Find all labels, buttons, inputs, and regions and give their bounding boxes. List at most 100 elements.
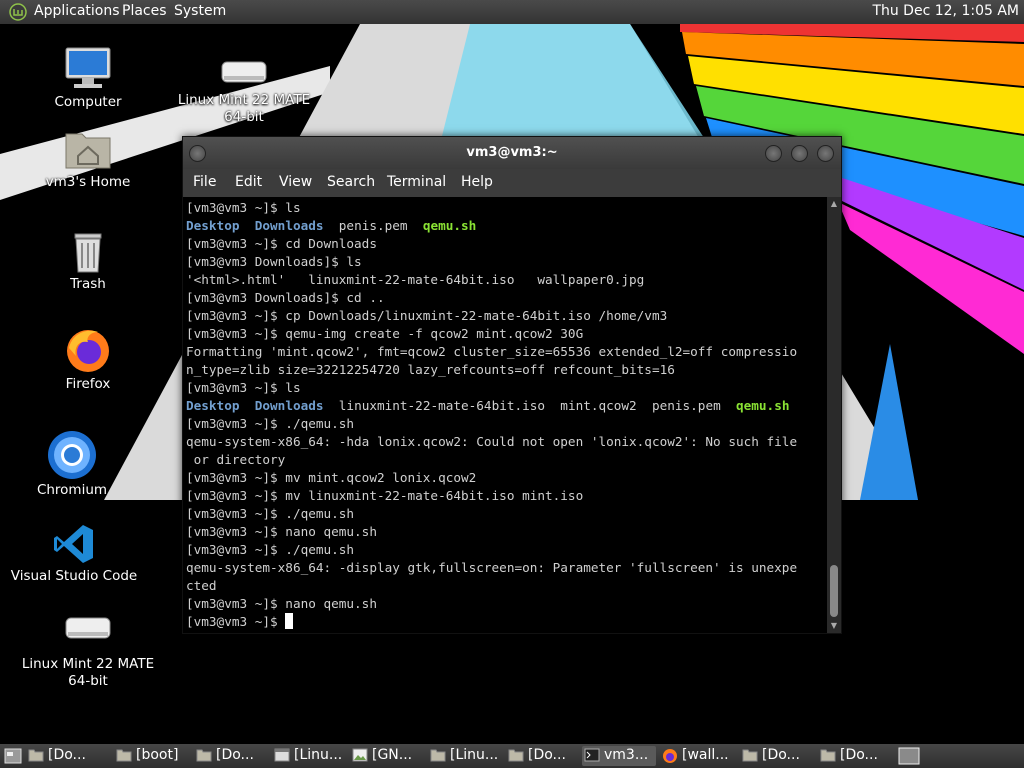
close-button[interactable]: [817, 145, 834, 162]
terminal-window[interactable]: vm3@vm3:~ File Edit View Search Terminal…: [182, 136, 842, 634]
taskbar-item[interactable]: [wall...: [660, 746, 736, 766]
terminal-text-segment: Formatting 'mint.qcow2', fmt=qcow2 clust…: [186, 344, 798, 359]
menu-search[interactable]: Search: [327, 174, 375, 190]
terminal-line: [vm3@vm3 ~]$ nano qemu.sh: [186, 523, 797, 541]
terminal-line: [vm3@vm3 ~]$ mv linuxmint-22-mate-64bit.…: [186, 487, 797, 505]
terminal-text-segment: [vm3@vm3 Downloads]$ cd ..: [186, 290, 385, 305]
terminal-text-segment: n_type=zlib size=32212254720 lazy_refcou…: [186, 362, 675, 377]
terminal-text-segment: cted: [186, 578, 217, 593]
terminal-text-segment: [vm3@vm3 ~]$ nano qemu.sh: [186, 596, 377, 611]
terminal-line: [vm3@vm3 ~]$ nano qemu.sh: [186, 595, 797, 613]
drive-icon: [65, 617, 111, 639]
executable-name: qemu.sh: [422, 218, 477, 233]
terminal-line: or directory: [186, 451, 797, 469]
workspace-switcher-icon[interactable]: [898, 747, 920, 765]
folder-icon: [820, 748, 836, 766]
taskbar-item[interactable]: [Do...: [506, 746, 578, 766]
desktop-icon-vscode[interactable]: Visual Studio Code: [4, 522, 144, 585]
menu-edit[interactable]: Edit: [235, 174, 262, 190]
title-bar[interactable]: vm3@vm3:~: [183, 137, 841, 169]
folder-icon: [430, 748, 446, 766]
directory-name: Desktop: [186, 398, 240, 413]
menu-help[interactable]: Help: [461, 174, 493, 190]
terminal-line: Desktop Downloads linuxmint-22-mate-64bi…: [186, 397, 797, 415]
terminal-line: [vm3@vm3 ~]$ ./qemu.sh: [186, 415, 797, 433]
scroll-down-arrow-icon[interactable]: ▼: [827, 619, 841, 633]
desktop-icon-firefox[interactable]: Firefox: [18, 326, 158, 393]
system-menu[interactable]: System: [174, 3, 226, 19]
mint-logo-icon[interactable]: [9, 3, 27, 21]
taskbar-item[interactable]: [Do...: [194, 746, 268, 766]
image-icon: [352, 748, 368, 766]
taskbar-item-label: [Do...: [840, 747, 878, 763]
taskbar-item[interactable]: [Do...: [818, 746, 892, 766]
terminal-line: [vm3@vm3 ~]$: [186, 613, 797, 631]
firefox-icon: [662, 748, 678, 768]
desktop-icon-label: vm3's Home: [45, 174, 131, 190]
terminal-line: Formatting 'mint.qcow2', fmt=qcow2 clust…: [186, 343, 797, 361]
desktop-icon-label: Firefox: [65, 376, 111, 392]
terminal-line: [vm3@vm3 ~]$ ./qemu.sh: [186, 505, 797, 523]
applications-menu[interactable]: Applications: [34, 3, 120, 19]
taskbar-item-label: vm3...: [604, 747, 649, 763]
desktop-icon-mint-drive[interactable]: Linux Mint 22 MATE 64-bit: [174, 58, 314, 126]
taskbar-item-label: [Linu...: [450, 747, 499, 763]
desktop-icon-chromium[interactable]: Chromium: [2, 430, 142, 499]
trash-icon: [74, 233, 102, 273]
scrollbar-thumb[interactable]: [830, 565, 838, 617]
taskbar-item-label: [Do...: [762, 747, 800, 763]
desktop-icon-home[interactable]: vm3's Home: [18, 128, 158, 191]
menu-view[interactable]: View: [279, 174, 312, 190]
desktop-icon-label: Linux Mint 22 MATE 64-bit: [21, 656, 155, 689]
taskbar-item[interactable]: [GN...: [350, 746, 424, 766]
terminal-scrollbar[interactable]: ▲ ▼: [827, 197, 841, 633]
desktop-icon-trash[interactable]: Trash: [18, 230, 158, 293]
terminal-text-segment: [vm3@vm3 ~]$ mv mint.qcow2 lonix.qcow2: [186, 470, 477, 485]
taskbar-item-label: [wall...: [682, 747, 729, 763]
maximize-button[interactable]: [791, 145, 808, 162]
taskbar-item[interactable]: [boot]: [114, 746, 190, 766]
bottom-panel: [Do... [boot] [Do... [Linu... [GN... [Linu...…: [0, 744, 1024, 768]
terminal-text-segment: [vm3@vm3 ~]$ ls: [186, 200, 301, 215]
taskbar-item[interactable]: [Linu...: [428, 746, 502, 766]
terminal-line: [vm3@vm3 ~]$ cp Downloads/linuxmint-22-m…: [186, 307, 797, 325]
directory-name: Desktop: [186, 218, 240, 233]
taskbar-item-label: [Do...: [528, 747, 566, 763]
desktop-icon-computer[interactable]: Computer: [18, 46, 158, 111]
chromium-icon: [48, 431, 96, 479]
taskbar-item[interactable]: vm3...: [582, 746, 656, 766]
terminal-line: [vm3@vm3 ~]$ cd Downloads: [186, 235, 797, 253]
executable-name: qemu.sh: [736, 398, 790, 413]
terminal-text-segment: qemu-system-x86_64: -hda lonix.qcow2: Co…: [186, 434, 798, 449]
terminal-text-segment: [vm3@vm3 ~]$ cp Downloads/linuxmint-22-m…: [186, 308, 668, 323]
terminal-line: [vm3@vm3 ~]$ mv mint.qcow2 lonix.qcow2: [186, 469, 797, 487]
terminal-line: [vm3@vm3 Downloads]$ cd ..: [186, 289, 797, 307]
desktop-icon-label: Trash: [70, 276, 106, 292]
menu-file[interactable]: File: [193, 174, 216, 190]
terminal-cursor: [285, 613, 294, 629]
terminal-text-segment: [vm3@vm3 ~]$ qemu-img create -f qcow2 mi…: [186, 326, 584, 341]
clock[interactable]: Thu Dec 12, 1:05 AM: [872, 3, 1019, 19]
menu-terminal[interactable]: Terminal: [387, 174, 446, 190]
show-desktop-icon[interactable]: [4, 748, 22, 764]
taskbar-item-label: [Do...: [216, 747, 254, 763]
places-menu[interactable]: Places: [122, 3, 167, 19]
firefox-icon: [67, 330, 109, 372]
desktop-icon-label: Linux Mint 22 MATE 64-bit: [177, 92, 311, 125]
scroll-up-arrow-icon[interactable]: ▲: [827, 197, 841, 211]
terminal-line: [vm3@vm3 ~]$ ls: [186, 379, 797, 397]
terminal-output[interactable]: [vm3@vm3 ~]$ ls Desktop Downloads penis.p…: [183, 197, 827, 633]
minimize-button[interactable]: [765, 145, 782, 162]
taskbar-item[interactable]: [Linu...: [272, 746, 346, 766]
terminal-line: [vm3@vm3 ~]$ ./qemu.sh: [186, 541, 797, 559]
terminal-line: n_type=zlib size=32212254720 lazy_refcou…: [186, 361, 797, 379]
desktop-icon-mint-drive-2[interactable]: Linux Mint 22 MATE 64-bit: [18, 614, 158, 690]
directory-name: Downloads: [254, 398, 324, 413]
terminal-text-segment: [vm3@vm3 ~]$ ./qemu.sh: [186, 542, 355, 557]
taskbar-item[interactable]: [Do...: [740, 746, 814, 766]
terminal-text-segment: [vm3@vm3 ~]$ nano qemu.sh: [186, 524, 377, 539]
taskbar-item[interactable]: [Do...: [26, 746, 106, 766]
terminal-text-segment: [vm3@vm3 ~]$ ./qemu.sh: [186, 416, 355, 431]
window-title: vm3@vm3:~: [466, 145, 558, 160]
